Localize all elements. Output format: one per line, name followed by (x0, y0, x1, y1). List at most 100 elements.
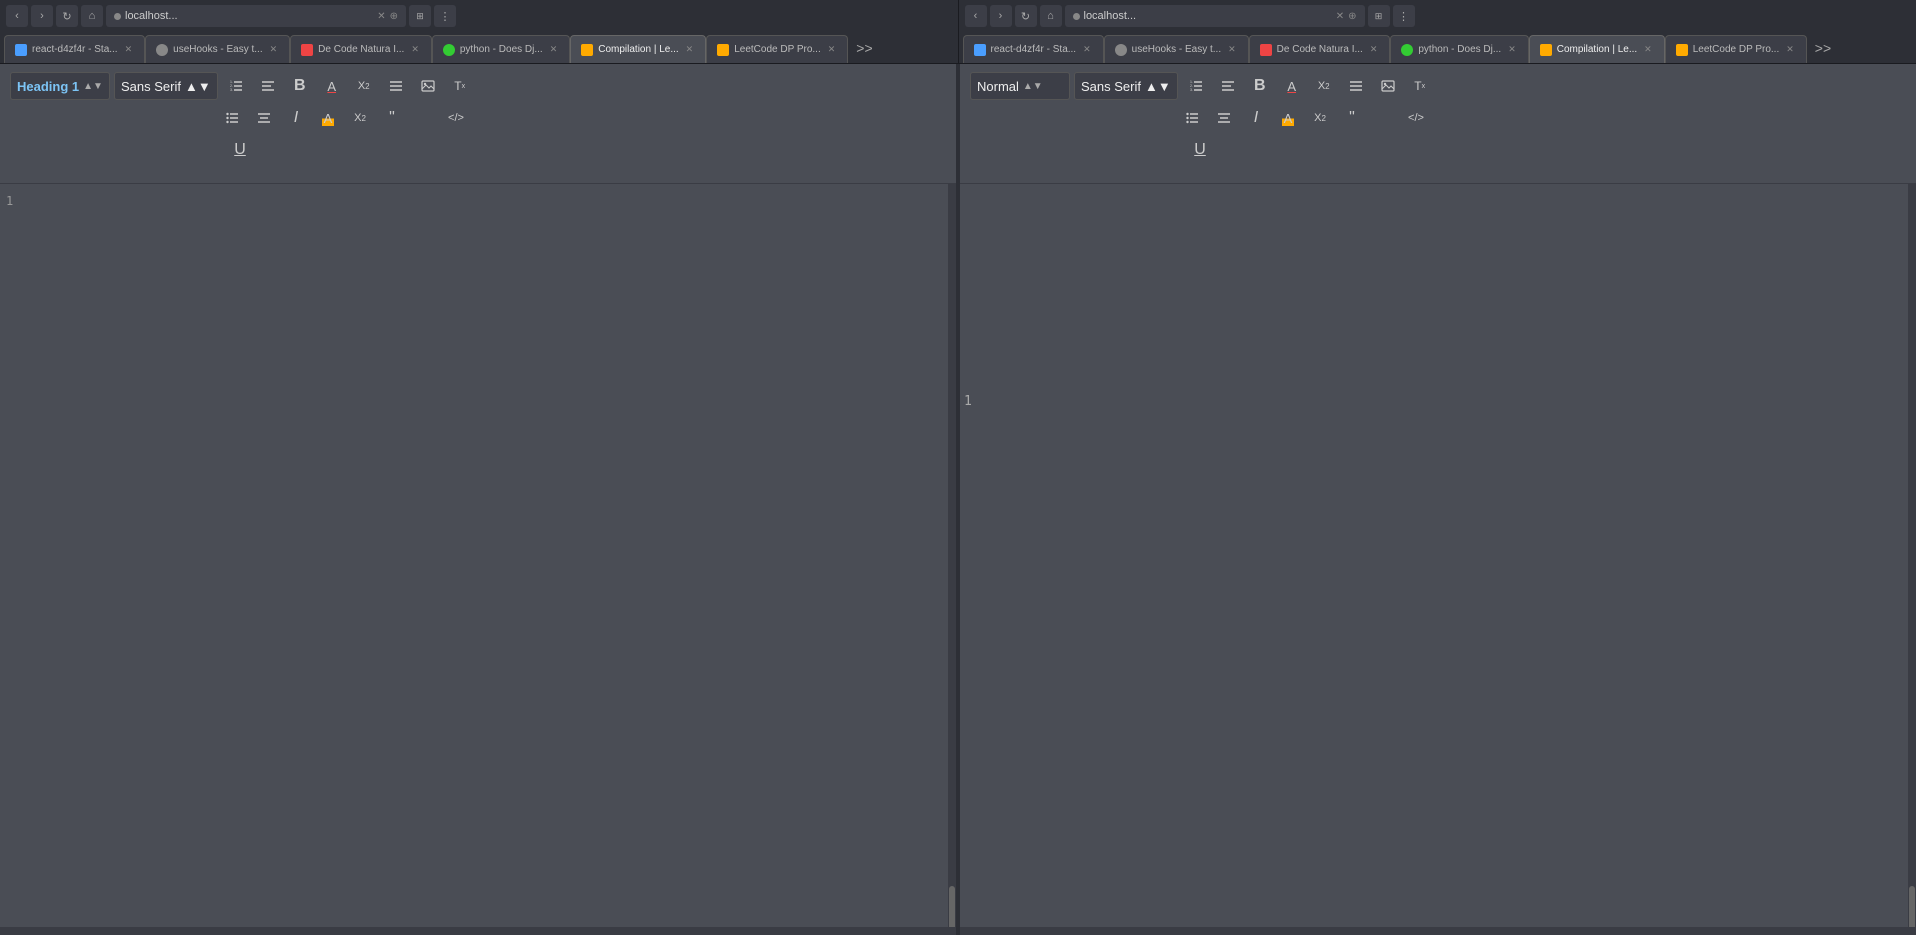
font-caret-left: ▲▼ (185, 79, 211, 94)
address-bar-right[interactable]: localhost... ✕ ⊕ (1065, 5, 1365, 27)
align-left2-btn-left[interactable] (382, 72, 410, 100)
tab-label-left-0: react-d4zf4r - Sta... (32, 44, 118, 55)
tab-favicon-left-2 (301, 44, 313, 56)
align-left2-btn-right[interactable] (1342, 72, 1370, 100)
home-btn-left[interactable]: ⌂ (81, 5, 103, 27)
forward-btn-left[interactable]: › (31, 5, 53, 27)
horizontal-scrollbar-left[interactable] (0, 927, 956, 935)
tab-label-right-0: react-d4zf4r - Sta... (991, 44, 1077, 55)
tab-right-3[interactable]: python - Does Dj... ✕ (1390, 35, 1528, 63)
font-select-right[interactable]: Sans Serif ▲▼ (1074, 72, 1178, 100)
center-align-btn-right[interactable] (1210, 104, 1238, 132)
font-color-btn-left[interactable]: A (318, 72, 346, 100)
tab-label-left-2: De Code Natura I... (318, 44, 404, 55)
tab-label-left-3: python - Does Dj... (460, 44, 543, 55)
subscript-btn-right[interactable]: X2 (1310, 72, 1338, 100)
reload-btn-left[interactable]: ↻ (56, 5, 78, 27)
tab-favicon-left-5 (717, 44, 729, 56)
style-select-left[interactable]: Heading 1 ▲▼ (10, 72, 110, 100)
superscript-btn-right[interactable]: X2 (1306, 104, 1334, 132)
tab-close-left-4[interactable]: ✕ (684, 44, 696, 55)
tab-close-left-3[interactable]: ✕ (548, 44, 560, 55)
horizontal-scrollbar-right[interactable] (960, 927, 1916, 935)
back-btn-right[interactable]: ‹ (965, 5, 987, 27)
tab-right-1[interactable]: useHooks - Easy t... ✕ (1104, 35, 1249, 63)
font-color-btn-right[interactable]: A (1278, 72, 1306, 100)
tab-close-left-0[interactable]: ✕ (123, 44, 135, 55)
reload-btn-right[interactable]: ↻ (1015, 5, 1037, 27)
ordered-list-btn-left[interactable]: 1. 2. 3. (222, 72, 250, 100)
tab-left-5[interactable]: LeetCode DP Pro... ✕ (706, 35, 848, 63)
tab-favicon-right-2 (1260, 44, 1272, 56)
underline-btn-right[interactable]: U (1186, 136, 1214, 164)
extensions-right[interactable]: ⊞ (1368, 5, 1390, 27)
style-caret-right: ▲▼ (1023, 81, 1043, 92)
underline-btn-left[interactable]: U (226, 136, 254, 164)
bold-btn-right[interactable]: B (1246, 72, 1274, 100)
tab-right-2[interactable]: De Code Natura I... ✕ (1249, 35, 1391, 63)
more-tabs-right[interactable]: >> (1807, 40, 1839, 56)
italic-btn-right[interactable]: I (1242, 104, 1270, 132)
vertical-scrollbar-left[interactable] (948, 184, 956, 935)
tab-right-0[interactable]: react-d4zf4r - Sta... ✕ (963, 35, 1104, 63)
svg-text:3.: 3. (230, 88, 233, 92)
tab-left-3[interactable]: python - Does Dj... ✕ (432, 35, 570, 63)
superscript-btn-left[interactable]: X2 (346, 104, 374, 132)
tab-close-right-2[interactable]: ✕ (1368, 44, 1380, 55)
back-btn-left[interactable]: ‹ (6, 5, 28, 27)
image-btn-right[interactable] (1374, 72, 1402, 100)
tab-right-5[interactable]: LeetCode DP Pro... ✕ (1665, 35, 1807, 63)
tab-left-4[interactable]: Compilation | Le... ✕ (570, 35, 706, 63)
tab-label-right-2: De Code Natura I... (1277, 44, 1363, 55)
code-btn-right[interactable]: </> (1402, 104, 1430, 132)
forward-btn-right[interactable]: › (990, 5, 1012, 27)
tab-left-2[interactable]: De Code Natura I... ✕ (290, 35, 432, 63)
style-select-right[interactable]: Normal ▲▼ (970, 72, 1070, 100)
font-select-left[interactable]: Sans Serif ▲▼ (114, 72, 218, 100)
address-bar-left[interactable]: localhost... ✕ ⊕ (106, 5, 406, 27)
image-btn-left[interactable] (414, 72, 442, 100)
tab-close-right-4[interactable]: ✕ (1642, 44, 1654, 55)
tab-close-right-0[interactable]: ✕ (1081, 44, 1093, 55)
code-btn-left[interactable]: </> (442, 104, 470, 132)
tab-close-left-2[interactable]: ✕ (409, 44, 421, 55)
tab-close-right-3[interactable]: ✕ (1506, 44, 1518, 55)
tab-close-left-1[interactable]: ✕ (268, 44, 280, 55)
tab-left-1[interactable]: useHooks - Easy t... ✕ (145, 35, 290, 63)
ordered-list-btn-right[interactable]: 1. 2. 3. (1182, 72, 1210, 100)
left-editor[interactable]: 1 (0, 184, 956, 935)
more-tabs-left[interactable]: >> (848, 40, 880, 56)
align-left-btn-right[interactable] (1214, 72, 1242, 100)
highlight-btn-left[interactable]: A (314, 104, 342, 132)
home-btn-right[interactable]: ⌂ (1040, 5, 1062, 27)
unordered-list-btn-right[interactable] (1178, 104, 1206, 132)
subscript-btn-left[interactable]: X2 (350, 72, 378, 100)
highlight-btn-right[interactable]: A (1274, 104, 1302, 132)
style-select-label-left: Heading 1 (17, 79, 79, 94)
menu-right[interactable]: ⋮ (1393, 5, 1415, 27)
right-editor[interactable]: 1 (960, 184, 1916, 935)
extensions-left[interactable]: ⊞ (409, 5, 431, 27)
unordered-list-btn-left[interactable] (218, 104, 246, 132)
vertical-scrollbar-right[interactable] (1908, 184, 1916, 935)
tab-close-left-5[interactable]: ✕ (826, 44, 838, 55)
tab-left-0[interactable]: react-d4zf4r - Sta... ✕ (4, 35, 145, 63)
tab-right-4[interactable]: Compilation | Le... ✕ (1529, 35, 1665, 63)
style-caret-left: ▲▼ (83, 81, 103, 92)
tab-label-left-1: useHooks - Easy t... (173, 44, 262, 55)
font-caret-right: ▲▼ (1145, 79, 1171, 94)
clear-format-btn-left[interactable]: Tx (446, 72, 474, 100)
quote-btn-right[interactable]: " (1338, 104, 1366, 132)
tab-favicon-right-3 (1401, 44, 1413, 56)
align-left-btn-left[interactable] (254, 72, 282, 100)
tab-close-right-5[interactable]: ✕ (1784, 44, 1796, 55)
menu-left[interactable]: ⋮ (434, 5, 456, 27)
quote-btn-left[interactable]: " (378, 104, 406, 132)
clear-format-btn-right[interactable]: Tx (1406, 72, 1434, 100)
tab-close-right-1[interactable]: ✕ (1226, 44, 1238, 55)
bold-btn-left[interactable]: B (286, 72, 314, 100)
line-number-left: 1 (6, 194, 13, 208)
tab-favicon-left-0 (15, 44, 27, 56)
center-align-btn-left[interactable] (250, 104, 278, 132)
italic-btn-left[interactable]: I (282, 104, 310, 132)
